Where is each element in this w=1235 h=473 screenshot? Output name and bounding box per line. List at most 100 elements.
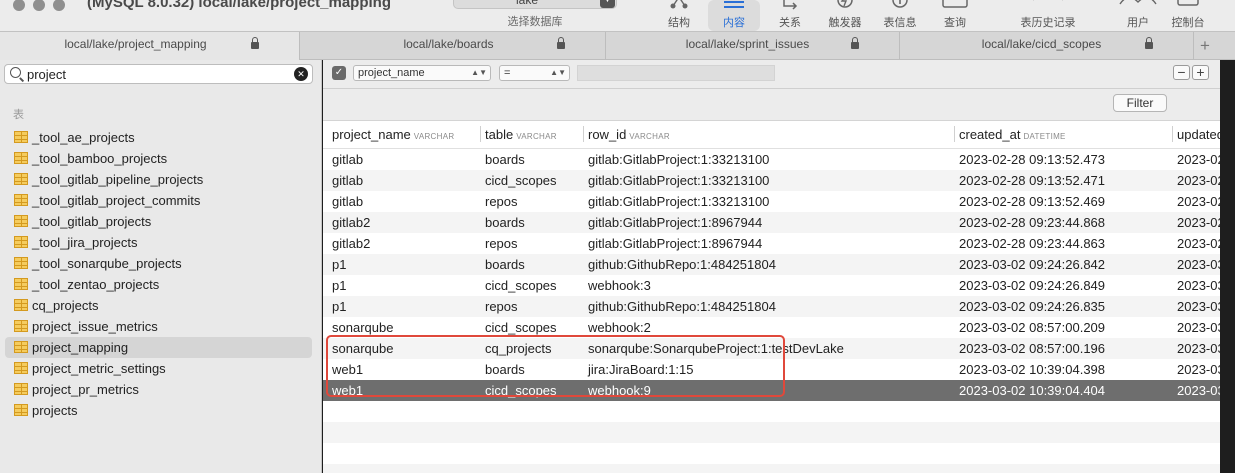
table-row[interactable]: p1 repos github:GithubRepo:1:484251804 2023… — [323, 296, 1220, 317]
sidebar-item-tool-jira-projects[interactable]: _tool_jira_projects — [0, 232, 321, 253]
cell-row-id[interactable]: gitlab:GitlabProject:1:33213100 — [588, 152, 769, 167]
cell-created-at[interactable]: 2023-03-02 08:57:00.196 — [959, 341, 1105, 356]
sidebar-item-tool-sonarqube-projects[interactable]: _tool_sonarqube_projects — [0, 253, 321, 274]
column-divider[interactable] — [583, 126, 584, 142]
cell-updated-at[interactable]: 2023-02-28 — [1177, 194, 1220, 209]
sidebar-item-cq-projects[interactable]: cq_projects — [0, 295, 321, 316]
cell-project-name[interactable]: gitlab — [332, 194, 363, 209]
column-divider[interactable] — [1172, 126, 1173, 142]
empty-row[interactable] — [323, 401, 1220, 422]
filter-button[interactable]: Filter — [1113, 94, 1167, 112]
cell-table[interactable]: cicd_scopes — [485, 278, 557, 293]
cell-table[interactable]: boards — [485, 257, 525, 272]
table-row[interactable]: p1 cicd_scopes webhook:3 2023-03-02 09:24:2… — [323, 275, 1220, 296]
cell-row-id[interactable]: webhook:3 — [588, 278, 651, 293]
sidebar-item-project-mapping[interactable]: project_mapping — [0, 337, 321, 358]
sidebar-item-project-issue-metrics[interactable]: project_issue_metrics — [0, 316, 321, 337]
cell-project-name[interactable]: gitlab — [332, 173, 363, 188]
relations-button[interactable]: 关系 — [768, 0, 812, 31]
sidebar-item-tool-ae-projects[interactable]: _tool_ae_projects — [0, 127, 321, 148]
empty-row[interactable] — [323, 464, 1220, 473]
database-select[interactable]: lake ▼ — [453, 0, 617, 9]
cell-created-at[interactable]: 2023-02-28 09:13:52.471 — [959, 173, 1105, 188]
table-row[interactable]: gitlab boards gitlab:GitlabProject:1:33213… — [323, 149, 1220, 170]
sidebar-item-tool-gitlab-pipeline-projects[interactable]: _tool_gitlab_pipeline_projects — [0, 169, 321, 190]
table-info-button[interactable]: 表信息 — [878, 0, 922, 31]
cell-row-id[interactable]: github:GithubRepo:1:484251804 — [588, 299, 776, 314]
query-button[interactable]: 查询 — [933, 0, 977, 31]
cell-table[interactable]: repos — [485, 236, 518, 251]
filter-field-select[interactable]: project_name ▲▼ — [353, 65, 491, 81]
table-row[interactable]: gitlab cicd_scopes gitlab:GitlabProject:1:… — [323, 170, 1220, 191]
cell-updated-at[interactable]: 2023-02-28 — [1177, 236, 1220, 251]
tab-sprint-issues[interactable]: local/lake/sprint_issues — [606, 32, 900, 60]
column-header-project-name[interactable]: project_name VARCHAR — [332, 127, 454, 142]
zoom-window-button[interactable] — [53, 0, 65, 11]
tab-project-mapping[interactable]: local/lake/project_mapping — [0, 32, 300, 60]
cell-project-name[interactable]: gitlab2 — [332, 236, 370, 251]
console-button[interactable]: 控制台 — [1166, 0, 1210, 31]
add-tab-button[interactable]: + — [1194, 36, 1216, 56]
cell-updated-at[interactable]: 2023-03-02 — [1177, 278, 1220, 293]
structure-button[interactable]: 结构 — [657, 0, 701, 31]
remove-filter-button[interactable]: − — [1173, 65, 1190, 80]
cell-table[interactable]: cicd_scopes — [485, 173, 557, 188]
empty-row[interactable] — [323, 422, 1220, 443]
empty-row[interactable] — [323, 443, 1220, 464]
cell-created-at[interactable]: 2023-02-28 09:13:52.469 — [959, 194, 1105, 209]
column-header-table[interactable]: table VARCHAR — [485, 127, 557, 142]
column-header-updated-at[interactable]: updated_at — [1177, 127, 1220, 142]
cell-updated-at[interactable]: 2023-02-28 — [1177, 152, 1220, 167]
cell-updated-at[interactable]: 2023-03-02 — [1177, 383, 1220, 398]
cell-updated-at[interactable]: 2023-02-28 — [1177, 215, 1220, 230]
cell-table[interactable]: repos — [485, 299, 518, 314]
cell-row-id[interactable]: gitlab:GitlabProject:1:8967944 — [588, 215, 762, 230]
cell-created-at[interactable]: 2023-03-02 09:24:26.835 — [959, 299, 1105, 314]
cell-updated-at[interactable]: 2023-03-02 — [1177, 299, 1220, 314]
cell-row-id[interactable]: gitlab:GitlabProject:1:33213100 — [588, 194, 769, 209]
cell-created-at[interactable]: 2023-03-02 09:24:26.842 — [959, 257, 1105, 272]
triggers-button[interactable]: 触发器 — [822, 0, 868, 31]
cell-project-name[interactable]: gitlab — [332, 152, 363, 167]
cell-created-at[interactable]: 2023-02-28 09:23:44.863 — [959, 236, 1105, 251]
close-window-button[interactable] — [13, 0, 25, 11]
cell-created-at[interactable]: 2023-03-02 08:57:00.209 — [959, 320, 1105, 335]
cell-updated-at[interactable]: 2023-03-02 — [1177, 362, 1220, 377]
cell-table[interactable]: cicd_scopes — [485, 320, 557, 335]
cell-created-at[interactable]: 2023-03-02 09:24:26.849 — [959, 278, 1105, 293]
cell-created-at[interactable]: 2023-03-02 10:39:04.404 — [959, 383, 1105, 398]
tab-cicd-scopes[interactable]: local/lake/cicd_scopes — [900, 32, 1194, 60]
sidebar-item-tool-gitlab-projects[interactable]: _tool_gitlab_projects — [0, 211, 321, 232]
filter-enable-checkbox[interactable]: ✓ — [332, 66, 346, 80]
column-divider[interactable] — [954, 126, 955, 142]
cell-updated-at[interactable]: 2023-03-02 — [1177, 320, 1220, 335]
cell-created-at[interactable]: 2023-02-28 09:13:52.473 — [959, 152, 1105, 167]
sidebar-item-tool-zentao-projects[interactable]: _tool_zentao_projects — [0, 274, 321, 295]
cell-updated-at[interactable]: 2023-02-28 — [1177, 173, 1220, 188]
cell-row-id[interactable]: gitlab:GitlabProject:1:33213100 — [588, 173, 769, 188]
cell-row-id[interactable]: webhook:2 — [588, 320, 651, 335]
table-row[interactable]: gitlab repos gitlab:GitlabProject:1:332131… — [323, 191, 1220, 212]
table-row[interactable]: p1 boards github:GithubRepo:1:484251804 202… — [323, 254, 1220, 275]
add-filter-button[interactable]: + — [1192, 65, 1209, 80]
minimize-window-button[interactable] — [33, 0, 45, 11]
cell-table[interactable]: repos — [485, 194, 518, 209]
users-button[interactable]: 用户 — [1116, 0, 1160, 31]
sidebar-item-project-metric-settings[interactable]: project_metric_settings — [0, 358, 321, 379]
cell-created-at[interactable]: 2023-03-02 10:39:04.398 — [959, 362, 1105, 377]
column-divider[interactable] — [480, 126, 481, 142]
column-header-row-id[interactable]: row_id VARCHAR — [588, 127, 670, 142]
sidebar-item-projects[interactable]: projects — [0, 400, 321, 421]
table-history-button[interactable]: 表历史记录 — [1012, 0, 1084, 31]
cell-created-at[interactable]: 2023-02-28 09:23:44.868 — [959, 215, 1105, 230]
cell-project-name[interactable]: gitlab2 — [332, 215, 370, 230]
cell-project-name[interactable]: p1 — [332, 278, 346, 293]
sidebar-item-project-pr-metrics[interactable]: project_pr_metrics — [0, 379, 321, 400]
cell-row-id[interactable]: github:GithubRepo:1:484251804 — [588, 257, 776, 272]
filter-value-input[interactable] — [577, 65, 775, 81]
table-search-input[interactable] — [27, 66, 287, 82]
table-row[interactable]: gitlab2 repos gitlab:GitlabProject:1:89679… — [323, 233, 1220, 254]
cell-row-id[interactable]: gitlab:GitlabProject:1:8967944 — [588, 236, 762, 251]
column-header-created-at[interactable]: created_at DATETIME — [959, 127, 1066, 142]
sidebar-item-tool-bamboo-projects[interactable]: _tool_bamboo_projects — [0, 148, 321, 169]
